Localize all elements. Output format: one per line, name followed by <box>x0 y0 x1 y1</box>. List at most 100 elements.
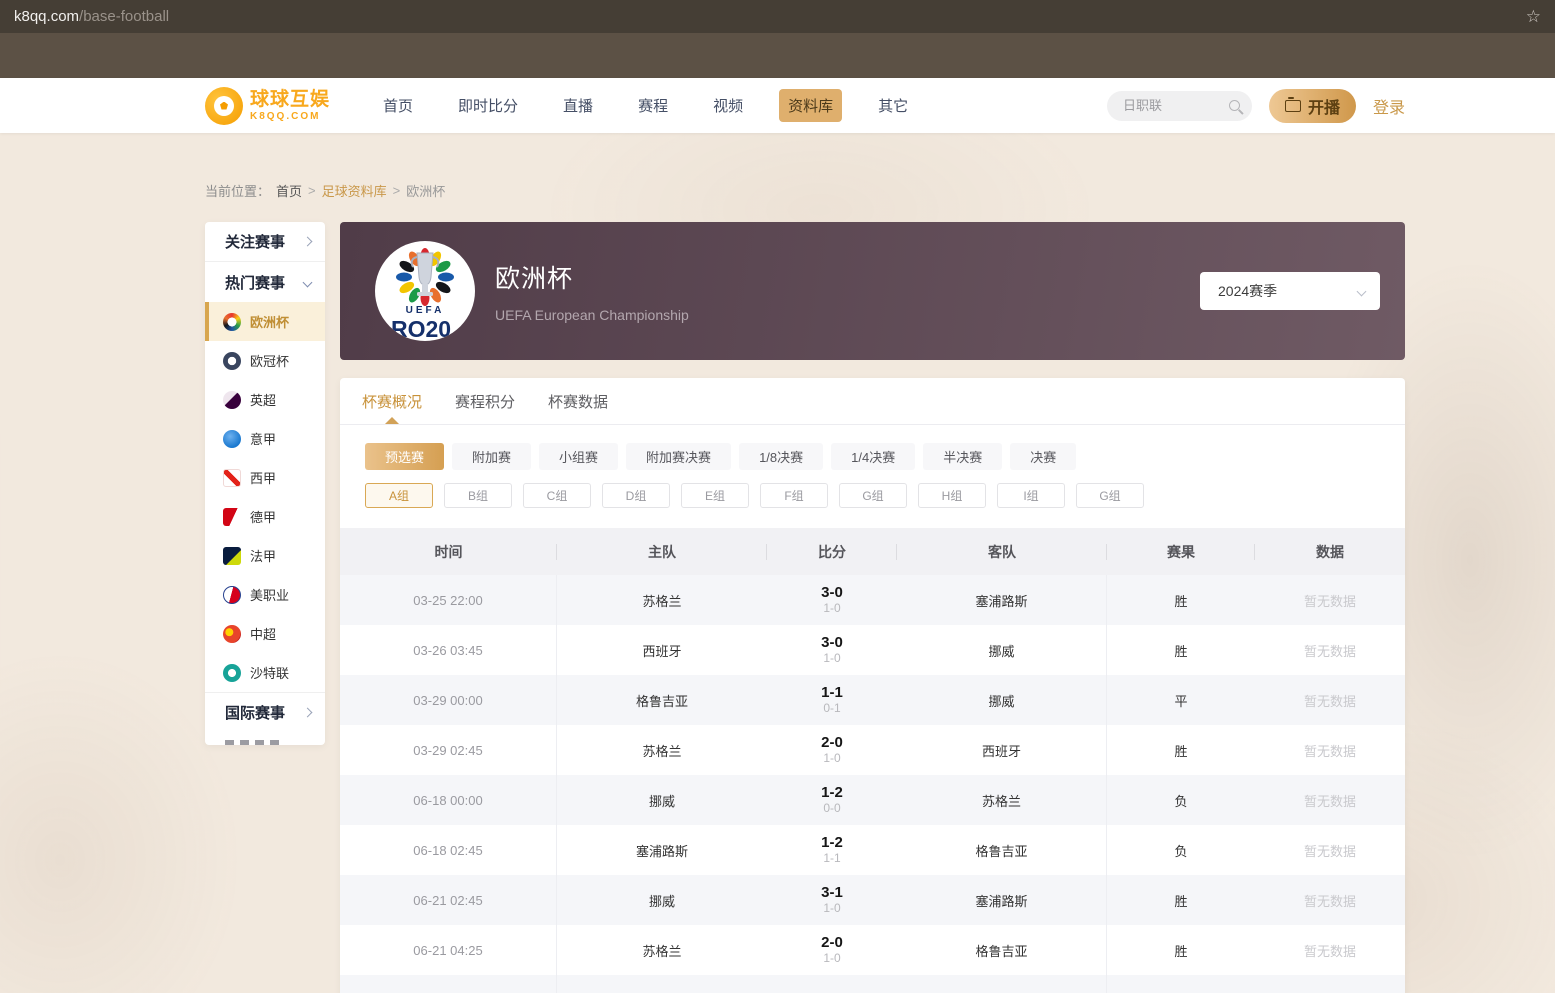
league-sidebar: 关注赛事 热门赛事 欧洲杯 欧冠杯 英超 意甲 <box>205 222 325 745</box>
table-row[interactable]: 03-25 22:00 苏格兰 3-0 1-0 塞浦路斯 胜 暂无数据 <box>340 575 1405 625</box>
nav-item[interactable]: 其它 <box>869 89 917 122</box>
card-tab[interactable]: 赛程积分 <box>455 378 515 424</box>
table-row[interactable]: 06-21 02:45 挪威 3-1 1-0 塞浦路斯 胜 暂无数据 <box>340 875 1405 925</box>
away-team: 塞浦路斯 <box>975 891 1027 910</box>
sidebar-league-item[interactable]: 欧洲杯 <box>205 302 325 341</box>
away-team: 苏格兰 <box>982 791 1021 810</box>
section-label: 热门赛事 <box>225 272 285 293</box>
full-time-score: 3-0 <box>821 634 843 651</box>
match-time: 03-25 22:00 <box>413 593 482 608</box>
league-logo-icon <box>223 352 241 370</box>
logo-title: 球球互娱 <box>250 90 330 109</box>
section-label: 关注赛事 <box>225 231 285 252</box>
home-team: 苏格兰 <box>642 941 681 960</box>
sidebar-league-item[interactable]: 美职业 <box>205 575 325 614</box>
card-tab[interactable]: 杯赛概况 <box>362 378 422 424</box>
home-team: 挪威 <box>649 891 675 910</box>
sidebar-league-item[interactable]: 西甲 <box>205 458 325 497</box>
stage-button[interactable]: 1/8决赛 <box>739 443 823 470</box>
sidebar-league-item[interactable]: 欧冠杯 <box>205 341 325 380</box>
breadcrumb-separator: > <box>393 183 401 198</box>
breadcrumb-home[interactable]: 首页 <box>276 181 302 200</box>
start-live-button[interactable]: 开播 <box>1269 89 1356 123</box>
stage-filter: 预选赛附加赛小组赛附加赛决赛 1/8决赛 1/4决赛半决赛决赛 <box>340 443 1405 470</box>
match-time: 03-29 00:00 <box>413 693 482 708</box>
group-button[interactable]: D组 <box>602 483 670 508</box>
stage-button[interactable]: 附加赛决赛 <box>626 443 731 470</box>
table-row[interactable]: 03-26 03:45 西班牙 3-0 1-0 挪威 胜 暂无数据 <box>340 625 1405 675</box>
breadcrumb-section[interactable]: 足球资料库 <box>322 181 387 200</box>
svg-text:UEFA: UEFA <box>406 305 445 316</box>
group-button[interactable]: F组 <box>760 483 828 508</box>
league-label: 法甲 <box>250 546 276 565</box>
nav-item[interactable]: 视频 <box>704 89 752 122</box>
table-row[interactable]: 1-7 <box>340 975 1405 993</box>
login-link[interactable]: 登录 <box>1373 94 1405 118</box>
table-row[interactable]: 03-29 00:00 格鲁吉亚 1-1 0-1 挪威 平 暂无数据 <box>340 675 1405 725</box>
match-time: 06-21 02:45 <box>413 893 482 908</box>
full-time-score: 2-0 <box>821 734 843 751</box>
group-button[interactable]: I组 <box>997 483 1065 508</box>
league-label: 欧冠杯 <box>250 351 289 370</box>
half-time-score: 0-0 <box>823 801 840 815</box>
match-result: 胜 <box>1174 591 1187 610</box>
sidebar-league-item[interactable]: 中超 <box>205 614 325 653</box>
league-label: 西甲 <box>250 468 276 487</box>
sidebar-section-followed[interactable]: 关注赛事 <box>205 222 325 262</box>
match-time: 06-21 04:25 <box>413 943 482 958</box>
stage-button[interactable]: 小组赛 <box>539 443 618 470</box>
group-button[interactable]: C组 <box>523 483 591 508</box>
search-box[interactable] <box>1107 91 1252 121</box>
away-team: 挪威 <box>988 641 1014 660</box>
search-input[interactable] <box>1123 98 1229 113</box>
sidebar-league-item[interactable]: 法甲 <box>205 536 325 575</box>
group-button[interactable]: G组 <box>1076 483 1144 508</box>
sidebar-league-item[interactable]: 英超 <box>205 380 325 419</box>
nav-item[interactable]: 即时比分 <box>449 89 527 122</box>
group-button[interactable]: G组 <box>839 483 907 508</box>
sidebar-league-item[interactable]: 意甲 <box>205 419 325 458</box>
league-label: 德甲 <box>250 507 276 526</box>
breadcrumb-separator: > <box>308 183 316 198</box>
site-logo[interactable]: 球球互娱 K8QQ.COM <box>205 87 330 125</box>
group-button[interactable]: H组 <box>918 483 986 508</box>
stage-button[interactable]: 决赛 <box>1010 443 1076 470</box>
home-team: 挪威 <box>649 791 675 810</box>
stage-button[interactable]: 半决赛 <box>923 443 1002 470</box>
sidebar-league-item[interactable]: 沙特联 <box>205 653 325 692</box>
season-select[interactable]: 2024赛季 <box>1200 272 1380 310</box>
sidebar-league-item[interactable]: 德甲 <box>205 497 325 536</box>
stage-button[interactable]: 预选赛 <box>365 443 444 470</box>
browser-url-bar[interactable]: k8qq.com/base-football ☆ <box>0 0 1555 33</box>
match-time: 03-26 03:45 <box>413 643 482 658</box>
sidebar-section-international[interactable]: 国际赛事 <box>205 692 325 732</box>
table-row[interactable]: 03-29 02:45 苏格兰 2-0 1-0 西班牙 胜 暂无数据 <box>340 725 1405 775</box>
main-nav: 首页即时比分直播赛程视频资料库其它 <box>374 89 917 122</box>
table-row[interactable]: 06-18 02:45 塞浦路斯 1-2 1-1 格鲁吉亚 负 暂无数据 <box>340 825 1405 875</box>
table-header-cell: 客队 <box>897 542 1107 562</box>
league-logo-icon <box>223 547 241 565</box>
group-button[interactable]: E组 <box>681 483 749 508</box>
nav-item[interactable]: 资料库 <box>779 89 842 122</box>
league-label: 欧洲杯 <box>250 312 289 331</box>
half-time-score: 1-0 <box>823 601 840 615</box>
group-button[interactable]: B组 <box>444 483 512 508</box>
nav-item[interactable]: 直播 <box>554 89 602 122</box>
stage-button[interactable]: 附加赛 <box>452 443 531 470</box>
card-tab[interactable]: 杯赛数据 <box>548 378 608 424</box>
sidebar-section-hot[interactable]: 热门赛事 <box>205 262 325 302</box>
table-row[interactable]: 06-18 00:00 挪威 1-2 0-0 苏格兰 负 暂无数据 <box>340 775 1405 825</box>
nav-item[interactable]: 首页 <box>374 89 422 122</box>
league-logo-icon <box>223 391 241 409</box>
group-button[interactable]: A组 <box>365 483 433 508</box>
league-logo-icon <box>223 313 241 331</box>
chevron-right-icon <box>303 708 313 718</box>
nav-item[interactable]: 赛程 <box>629 89 677 122</box>
competition-subtitle: UEFA European Championship <box>495 307 689 323</box>
stage-button[interactable]: 1/4决赛 <box>831 443 915 470</box>
table-row[interactable]: 06-21 04:25 苏格兰 2-0 1-0 格鲁吉亚 胜 暂无数据 <box>340 925 1405 975</box>
match-data-status: 暂无数据 <box>1304 891 1356 910</box>
bookmark-star-icon[interactable]: ☆ <box>1526 7 1541 27</box>
away-team: 塞浦路斯 <box>975 591 1027 610</box>
data-card: 杯赛概况赛程积分杯赛数据 预选赛附加赛小组赛附加赛决赛 1/8决赛 1/4决赛半决赛… <box>340 378 1405 993</box>
